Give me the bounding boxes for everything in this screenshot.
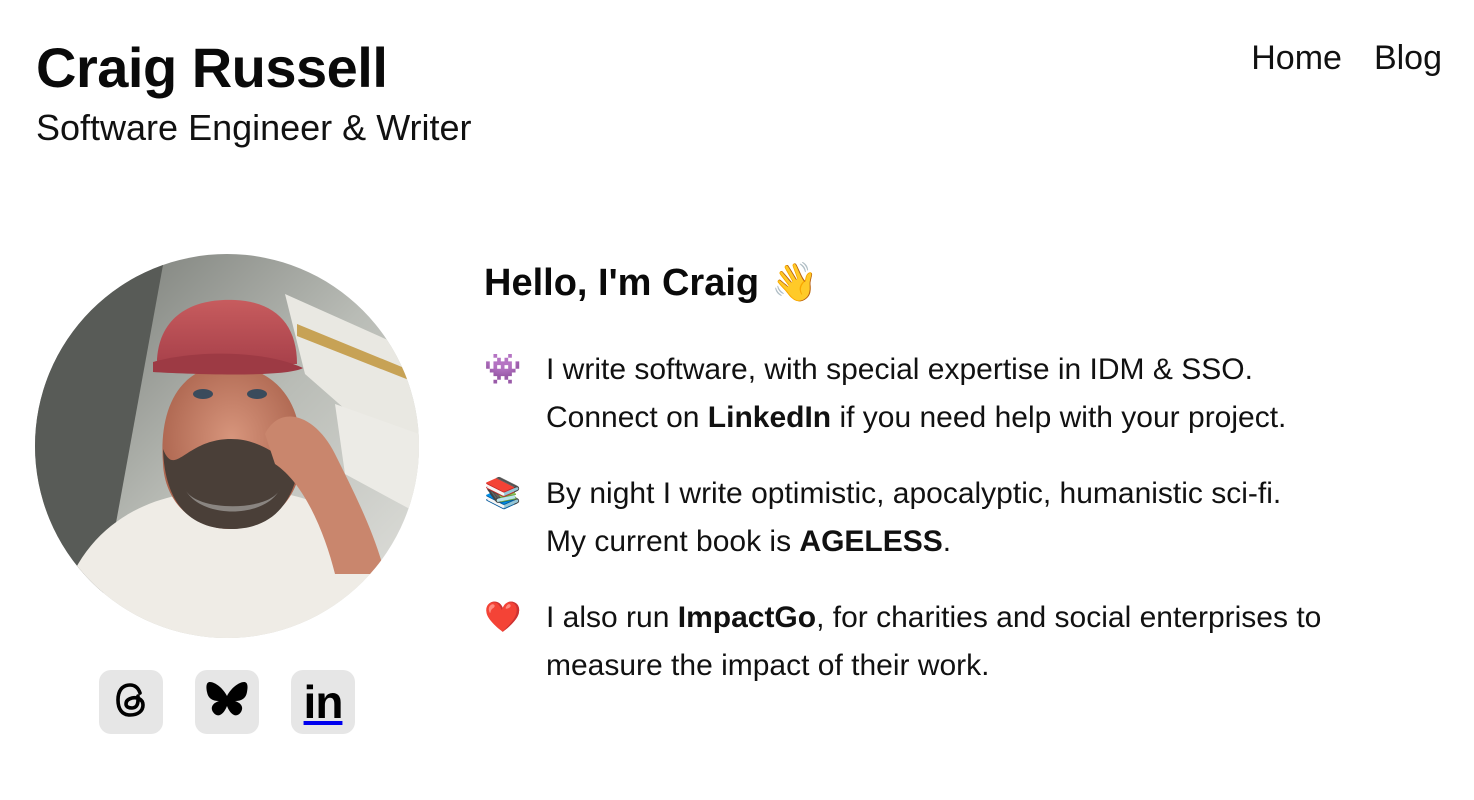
- main-nav: Home Blog: [1251, 38, 1442, 78]
- bullet-text-fragment: , for charities and social enterprises t…: [816, 601, 1322, 634]
- nav-home-link[interactable]: Home: [1251, 38, 1342, 78]
- intro-section: Hello, I'm Craig 👋 👾 I write software, w…: [484, 256, 1444, 690]
- site-title[interactable]: Craig Russell: [36, 36, 472, 100]
- impactgo-link[interactable]: ImpactGo: [678, 601, 816, 634]
- greeting-heading: Hello, I'm Craig 👋: [484, 256, 1444, 310]
- bullet-text-fragment: .: [942, 525, 952, 558]
- bullet-text-fragment: Connect on: [546, 401, 708, 434]
- linkedin-icon: in: [303, 676, 344, 728]
- site-branding: Craig Russell Software Engineer & Writer: [36, 36, 472, 150]
- social-links: in: [99, 670, 355, 734]
- greeting-text: Hello, I'm Craig: [484, 262, 760, 304]
- bullet-text-fragment: if you need help with your project.: [831, 401, 1287, 434]
- profile-photo: [35, 254, 419, 638]
- linkedin-text-link[interactable]: LinkedIn: [708, 401, 831, 434]
- bullet-text-line: By night I write optimistic, apocalyptic…: [546, 477, 1282, 510]
- bullet-text-line: I write software, with special expertise…: [546, 353, 1253, 386]
- linkedin-link[interactable]: in: [291, 670, 355, 734]
- bullet-software: 👾 I write software, with special experti…: [484, 346, 1444, 442]
- bullet-software-text: I write software, with special expertise…: [546, 346, 1286, 442]
- books-icon: 📚: [484, 477, 522, 510]
- nav-blog-link[interactable]: Blog: [1374, 38, 1442, 78]
- ageless-book-link[interactable]: AGELESS: [799, 525, 942, 558]
- bullet-writing: 📚 By night I write optimistic, apocalypt…: [484, 470, 1444, 566]
- bluesky-link[interactable]: [195, 670, 259, 734]
- alien-monster-icon: 👾: [484, 353, 522, 386]
- bullet-writing-text: By night I write optimistic, apocalyptic…: [546, 470, 1281, 566]
- bullet-impactgo: ❤️ I also run ImpactGo, for charities an…: [484, 594, 1444, 690]
- threads-icon: [111, 680, 151, 725]
- threads-link[interactable]: [99, 670, 163, 734]
- bullet-impactgo-text: I also run ImpactGo, for charities and s…: [546, 594, 1321, 690]
- bullet-text-line: measure the impact of their work.: [546, 649, 990, 682]
- bullet-text-fragment: My current book is: [546, 525, 800, 558]
- bullet-text-fragment: I also run: [546, 601, 678, 634]
- heart-icon: ❤️: [484, 601, 522, 634]
- bluesky-icon: [205, 680, 249, 725]
- site-subtitle: Software Engineer & Writer: [36, 107, 472, 148]
- waving-hand-icon: 👋: [771, 262, 819, 304]
